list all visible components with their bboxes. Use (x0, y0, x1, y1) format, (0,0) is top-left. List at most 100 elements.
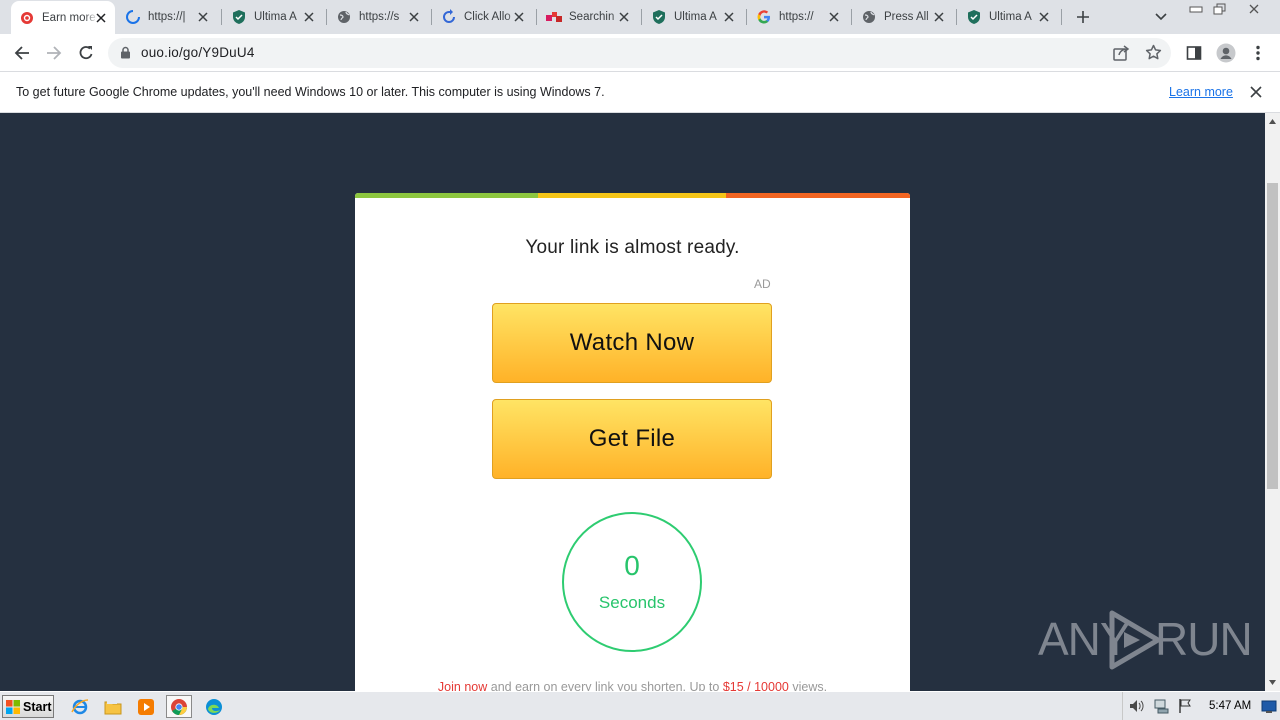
action-center-flag-icon[interactable] (1177, 698, 1193, 714)
browser-toolbar: ouo.io/go/Y9DuU4 (0, 34, 1280, 72)
page-scrollbar[interactable] (1265, 113, 1280, 691)
edge-icon[interactable] (201, 695, 227, 718)
tab-9[interactable]: Press All (853, 4, 953, 30)
chevron-down-icon (1155, 13, 1167, 21)
close-icon (1249, 4, 1259, 14)
tab-separator (746, 9, 747, 25)
plus-icon (1077, 11, 1089, 23)
timer-label: Seconds (598, 593, 666, 612)
close-tab-icon[interactable] (195, 9, 211, 25)
start-button[interactable]: Start (2, 695, 54, 718)
windows-logo-icon (6, 699, 20, 714)
tab-title: Earn more (42, 11, 96, 24)
globe-icon (336, 9, 352, 25)
tab-earn-more[interactable]: Earn more (11, 1, 115, 34)
back-button[interactable] (10, 41, 34, 65)
tab-strip: Earn more https://| Ultima A https://s C… (0, 0, 1280, 34)
media-player-icon[interactable] (133, 695, 159, 718)
minimize-button[interactable] (1184, 0, 1208, 18)
tab-separator (221, 9, 222, 25)
close-tab-icon[interactable] (826, 9, 842, 25)
loading-spinner-icon (125, 9, 141, 25)
tab-separator (956, 9, 957, 25)
windows-taskbar: Start 5:47 AM (0, 691, 1280, 720)
close-tab-icon[interactable] (616, 9, 632, 25)
clock[interactable]: 5:47 AM (1209, 692, 1251, 720)
volume-icon[interactable] (1129, 698, 1145, 714)
close-window-button[interactable] (1242, 0, 1266, 18)
tab-5[interactable]: Click Allo (433, 4, 533, 30)
folder-icon[interactable] (100, 695, 126, 718)
start-label: Start (23, 699, 52, 714)
tab-2[interactable]: https://| (117, 4, 217, 30)
tab-4[interactable]: https://s (328, 4, 428, 30)
page-heading: Your link is almost ready. (525, 237, 740, 258)
back-arrow-icon (14, 46, 29, 60)
chrome-icon[interactable] (166, 695, 192, 718)
tab-3[interactable]: Ultima A (223, 4, 323, 30)
network-icon[interactable] (1153, 698, 1169, 714)
address-bar[interactable]: ouo.io/go/Y9DuU4 (108, 38, 1171, 68)
bookmark-star-icon[interactable] (1145, 44, 1162, 61)
close-tab-icon[interactable] (406, 9, 422, 25)
shield-icon (651, 9, 667, 25)
tab-7[interactable]: Ultima A (643, 4, 743, 30)
reload-button[interactable] (74, 41, 98, 65)
tab-search-button[interactable] (1152, 8, 1170, 26)
tab-separator (326, 9, 327, 25)
internet-explorer-icon[interactable] (67, 695, 93, 718)
menu-button[interactable] (1246, 41, 1270, 65)
top-color-bar (355, 193, 910, 198)
top-bar-green (355, 193, 538, 198)
update-infobar: To get future Google Chrome updates, you… (0, 72, 1280, 113)
watermark-text-right: RUN (1155, 613, 1253, 665)
footer-promo: Join now and earn on every link you shor… (355, 680, 910, 691)
side-panel-button[interactable] (1182, 41, 1206, 65)
url-text[interactable]: ouo.io/go/Y9DuU4 (141, 38, 255, 68)
watch-now-button[interactable]: Watch Now (492, 303, 772, 383)
close-tab-icon[interactable] (931, 9, 947, 25)
timer-value: 0 (624, 550, 640, 581)
reload-icon (79, 46, 93, 60)
close-tab-icon[interactable] (301, 9, 317, 25)
lock-icon[interactable] (120, 46, 131, 59)
tab-separator (536, 9, 537, 25)
get-file-button[interactable]: Get File (492, 399, 772, 479)
close-tab-icon[interactable] (511, 9, 527, 25)
shield-icon (231, 9, 247, 25)
new-tab-button[interactable] (1073, 7, 1093, 27)
play-logo-icon (1108, 610, 1162, 670)
scroll-thumb[interactable] (1267, 183, 1278, 489)
profile-button[interactable] (1214, 41, 1238, 65)
footer-text-2: views. (788, 680, 828, 691)
minimize-icon (1189, 6, 1203, 13)
close-tab-icon[interactable] (93, 10, 109, 26)
show-desktop-icon[interactable] (1261, 699, 1277, 715)
learn-more-link[interactable]: Learn more (1169, 72, 1233, 112)
shield-icon (966, 9, 982, 25)
google-icon (756, 9, 772, 25)
colored-squares-icon (546, 9, 562, 25)
countdown-timer: 0 Seconds (562, 512, 702, 652)
link-card: Your link is almost ready. AD Watch Now … (355, 193, 910, 691)
close-tab-icon[interactable] (1036, 9, 1052, 25)
join-now-link[interactable]: Join now (438, 680, 487, 691)
footer-text-1: and earn on every link you shorten. Up t… (487, 680, 723, 691)
anyrun-watermark: ANY RUN (1038, 608, 1253, 672)
scroll-up-arrow-icon[interactable] (1265, 113, 1280, 130)
share-icon[interactable] (1112, 44, 1130, 62)
ad-label: AD (754, 277, 771, 291)
footer-rate: $15 / 10000 (722, 680, 789, 691)
tab-8[interactable]: https:// (748, 4, 848, 30)
tab-10[interactable]: Ultima A (958, 4, 1058, 30)
tab-separator (851, 9, 852, 25)
refresh-icon (441, 9, 457, 25)
scroll-down-arrow-icon[interactable] (1265, 674, 1280, 691)
forward-button[interactable] (42, 41, 66, 65)
close-icon[interactable] (1248, 84, 1264, 100)
tab-6[interactable]: Searchin (538, 4, 638, 30)
globe-icon (861, 9, 877, 25)
tab-separator (641, 9, 642, 25)
restore-button[interactable] (1208, 0, 1232, 18)
close-tab-icon[interactable] (721, 9, 737, 25)
